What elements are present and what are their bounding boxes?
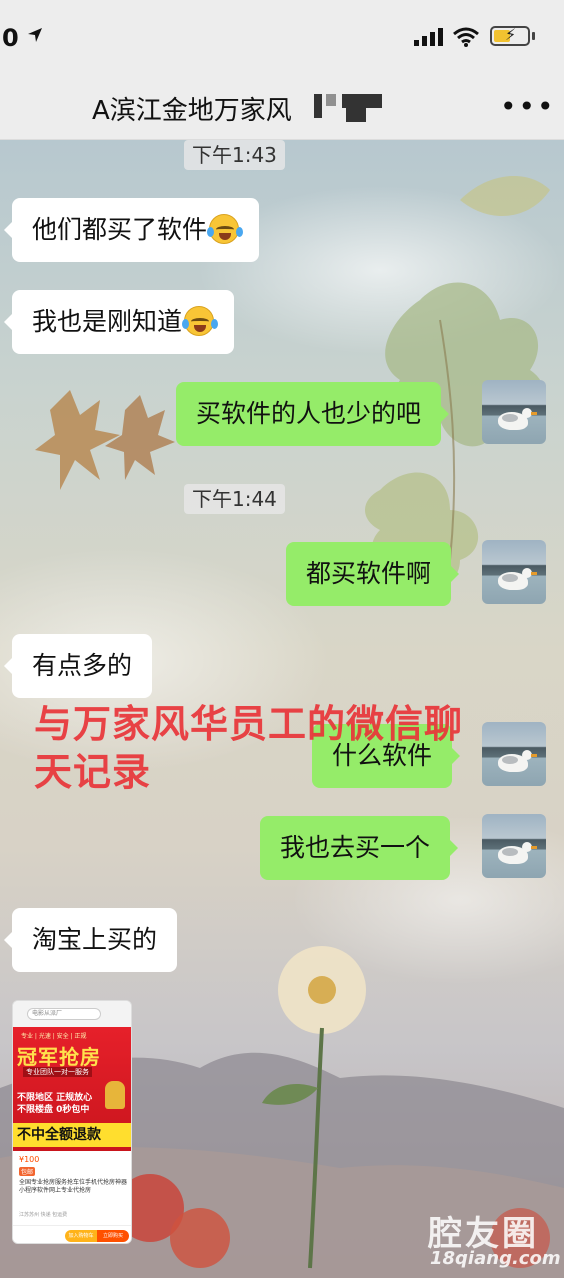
chat-title: A滨江金地万家风 bbox=[92, 96, 292, 126]
buy-now-button: 立即购买 bbox=[97, 1230, 129, 1242]
crying-laughing-emoji-icon bbox=[182, 306, 219, 336]
redaction-block bbox=[326, 94, 336, 106]
message-text: 有点多的 bbox=[32, 651, 133, 680]
wifi-icon bbox=[453, 27, 479, 47]
my-avatar[interactable] bbox=[482, 814, 546, 878]
overlay-caption-line: 与万家风华员工的微信聊 bbox=[34, 702, 464, 746]
product-action-bar: 加入购物车 立即购买 bbox=[13, 1225, 131, 1243]
message-bubble-outgoing[interactable]: 都买软件啊 bbox=[286, 542, 460, 606]
redaction-block bbox=[342, 94, 382, 108]
message-bubble-incoming[interactable]: 他们都买了软件 bbox=[3, 198, 260, 262]
timestamp: 下午1:43 bbox=[184, 140, 285, 170]
message-text: 我也去买一个 bbox=[280, 833, 431, 862]
banner-line: 不限楼盘 0秒包中 bbox=[17, 1105, 90, 1115]
signal-icon bbox=[414, 28, 443, 46]
chat-header: A滨江金地万家风 ••• bbox=[0, 70, 564, 140]
banner-headline: 冠军抢房 bbox=[17, 1045, 101, 1069]
product-tag: 包邮 bbox=[19, 1167, 36, 1176]
overlay-caption: 与万家风华员工的微信聊 天记录 bbox=[34, 700, 534, 796]
shop-search-bar: 电影从派厂 bbox=[27, 1008, 101, 1020]
battery-cap bbox=[532, 32, 535, 40]
redaction-block bbox=[346, 108, 366, 122]
product-price: ¥100 bbox=[19, 1155, 40, 1164]
status-time: 0 bbox=[2, 24, 19, 52]
timestamp: 下午1:44 bbox=[184, 484, 285, 514]
redaction-block bbox=[314, 94, 322, 118]
my-avatar[interactable] bbox=[482, 380, 546, 444]
more-options-button[interactable]: ••• bbox=[500, 90, 556, 123]
message-text: 淘宝上买的 bbox=[32, 925, 158, 954]
add-to-cart-button: 加入购物车 bbox=[65, 1230, 97, 1242]
message-bubble-incoming[interactable]: 有点多的 bbox=[3, 634, 153, 698]
banner-subline: 专业团队一对一服务 bbox=[23, 1067, 92, 1077]
crying-laughing-emoji-icon bbox=[207, 214, 244, 244]
message-text: 都买软件啊 bbox=[306, 559, 432, 588]
trophy-icon bbox=[105, 1081, 125, 1109]
message-text: 买软件的人也少的吧 bbox=[196, 399, 422, 428]
location-arrow-icon bbox=[28, 28, 42, 42]
message-bubble-incoming[interactable]: 我也是刚知道 bbox=[3, 290, 235, 354]
maple-leaf-decoration bbox=[35, 390, 175, 490]
my-avatar[interactable] bbox=[482, 540, 546, 604]
shop-header: 电影从派厂 bbox=[13, 1001, 131, 1027]
watermark-url: 18qiang.com bbox=[430, 1248, 561, 1269]
product-banner: 专业 | 光速 | 安全 | 正规 冠军抢房 专业团队一对一服务 不限地区 正规… bbox=[13, 1027, 131, 1151]
message-text: 我也是刚知道 bbox=[32, 307, 183, 336]
leaf-decoration-top bbox=[460, 176, 550, 217]
message-bubble-outgoing[interactable]: 买软件的人也少的吧 bbox=[176, 382, 450, 446]
product-meta: 江苏苏州 快递 包运费 bbox=[19, 1212, 68, 1218]
message-text: 他们都买了软件 bbox=[32, 215, 208, 244]
status-bar: 0 ⚡ bbox=[0, 0, 564, 70]
message-bubble-incoming[interactable]: 淘宝上买的 bbox=[3, 908, 178, 972]
banner-line: 不限地区 正规放心 bbox=[17, 1093, 93, 1103]
charging-bolt-icon: ⚡ bbox=[505, 25, 517, 44]
overlay-caption-line: 天记录 bbox=[34, 750, 152, 794]
banner-tags: 专业 | 光速 | 安全 | 正规 bbox=[21, 1033, 87, 1040]
product-description: 全国专业抢房服务抢车位手机代抢房神器小程序软件网上专业代抢房 bbox=[19, 1179, 128, 1194]
shared-image-message[interactable]: 电影从派厂 专业 | 光速 | 安全 | 正规 冠军抢房 专业团队一对一服务 不… bbox=[12, 1000, 132, 1244]
message-bubble-outgoing[interactable]: 我也去买一个 bbox=[260, 816, 459, 880]
banner-refund-strip: 不中全额退款 bbox=[13, 1123, 131, 1147]
